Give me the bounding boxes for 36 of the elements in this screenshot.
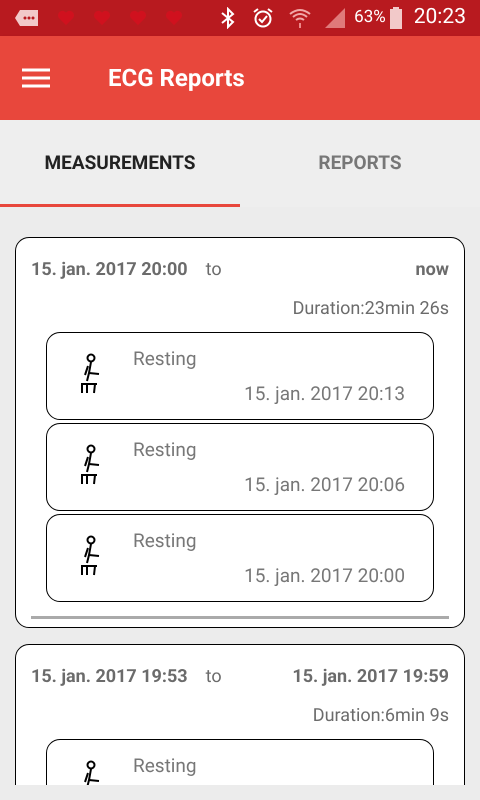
bluetooth-icon <box>220 7 236 29</box>
toolbar-title: ECG Reports <box>108 63 245 94</box>
duration-text: Duration:6min 9s <box>312 704 449 728</box>
session-card[interactable]: 15. jan. 2017 19:53 to 15. jan. 2017 19:59 Duration:6min 9s Resting <box>15 644 465 785</box>
measurement-item[interactable]: Resting 15. jan. 2017 20:13 <box>46 332 434 420</box>
start-time: 15. jan. 2017 20:00 <box>31 258 188 282</box>
message-icon <box>14 9 40 27</box>
end-time: now <box>416 258 449 282</box>
activity-label: Resting <box>133 437 198 463</box>
battery-icon <box>390 7 402 29</box>
heart-icon <box>56 10 76 26</box>
tab[interactable]: MEASUREMENTS <box>0 120 240 207</box>
heart-icon <box>128 10 148 26</box>
end-time: 15. jan. 2017 19:59 <box>292 665 449 689</box>
tab[interactable]: REPORTS <box>240 120 480 207</box>
duration-text: Duration:23min 26s <box>292 297 449 321</box>
to-label: to <box>206 665 222 689</box>
clock-time: 20:23 <box>414 4 466 32</box>
alarm-clock-icon <box>252 7 274 29</box>
activity-label: Resting <box>133 346 198 372</box>
session-card[interactable]: 15. jan. 2017 20:00 to now Duration:23min 26s Resting 15. jan. 2017 20:13 Resting 15. jan. 2017 20:06 Resting 15. jan. 2017 20:00 <box>15 237 465 628</box>
heart-icon <box>92 10 112 26</box>
activity-label: Resting <box>133 528 198 554</box>
measurement-item[interactable]: Resting 15. jan. 2017 20:00 <box>46 514 434 602</box>
wifi-icon <box>288 7 312 29</box>
measurement-time: 15. jan. 2017 20:06 <box>244 472 405 498</box>
measurement-item[interactable]: Resting 15. jan. 2017 20:06 <box>46 423 434 511</box>
start-time: 15. jan. 2017 19:53 <box>31 665 188 689</box>
measurement-time: 15. jan. 2017 20:00 <box>244 562 405 588</box>
signal-icon <box>324 7 346 29</box>
battery-percent: 63% <box>354 6 386 30</box>
menu-icon[interactable] <box>22 68 50 88</box>
measurement-time: 15. jan. 2017 20:13 <box>244 380 405 406</box>
activity-label: Resting <box>133 753 198 779</box>
to-label: to <box>206 258 222 282</box>
heart-icon <box>164 10 184 26</box>
